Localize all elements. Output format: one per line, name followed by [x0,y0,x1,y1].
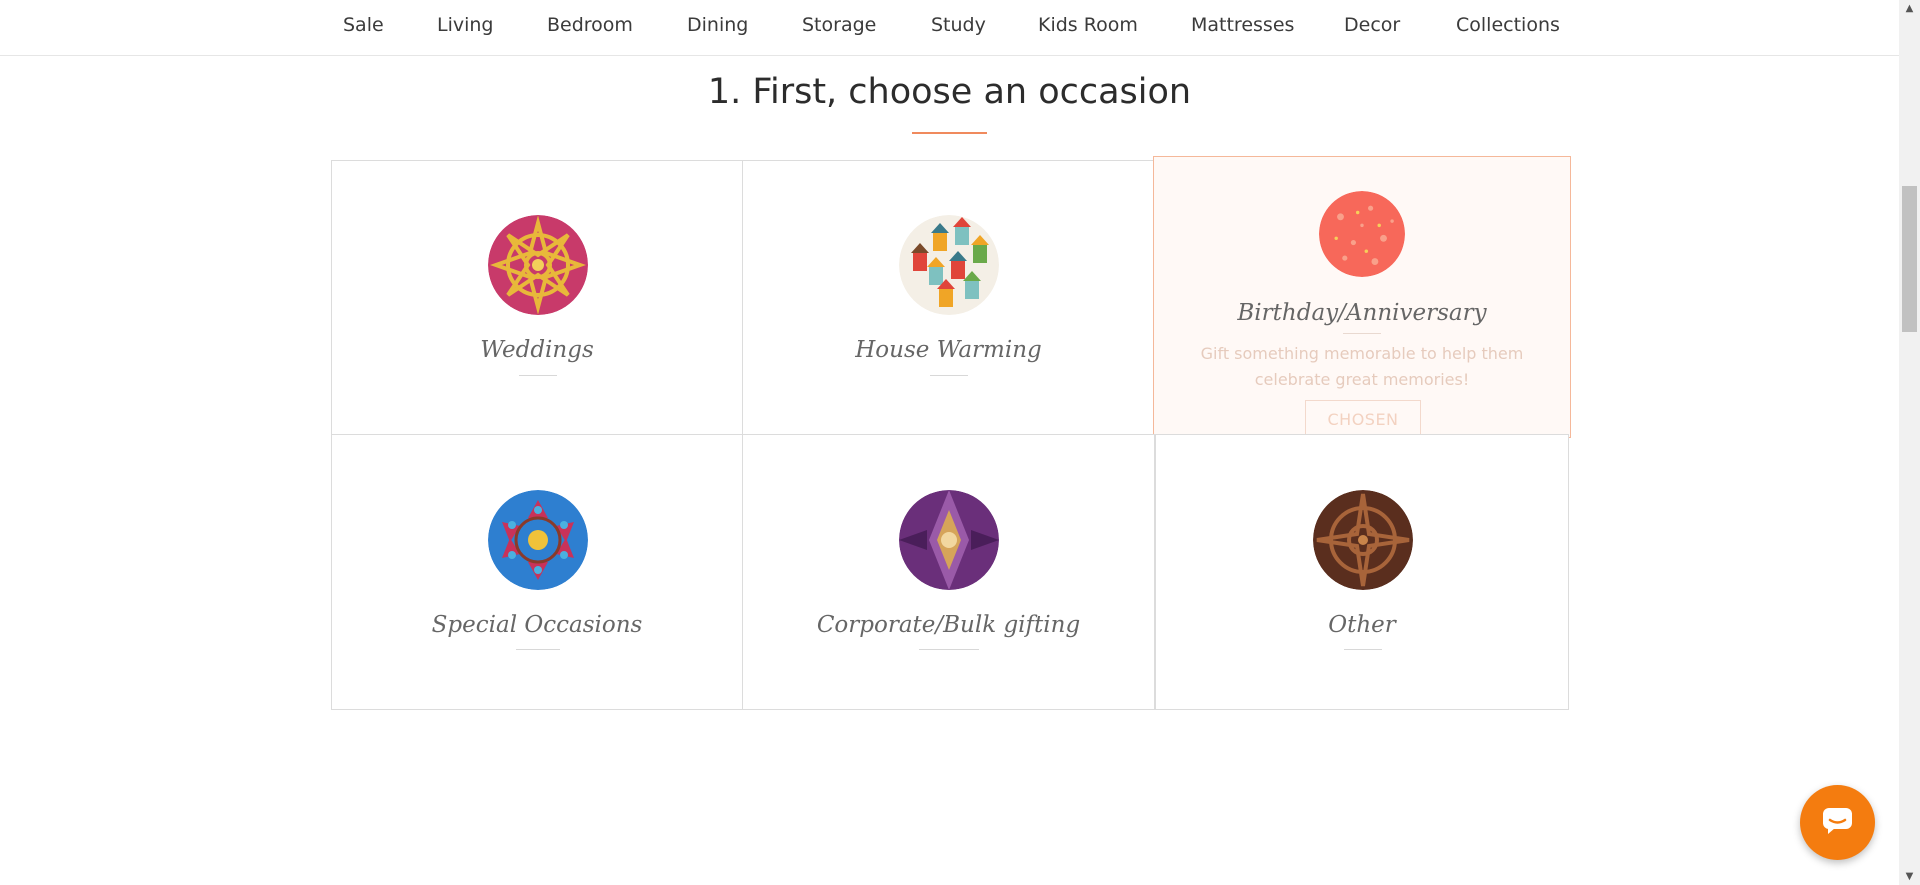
occasion-card-weddings[interactable]: Weddings [331,160,743,435]
occasion-label: Special Occasions [431,612,643,638]
chat-bubble-icon [1823,808,1852,834]
occasion-label: Weddings [480,337,594,363]
section-title: 1. First, choose an occasion [707,72,1192,112]
occasion-label: Birthday/Anniversary [1237,300,1487,326]
occasion-card-other[interactable]: Other [1155,434,1569,710]
chat-button[interactable] [1800,785,1875,860]
label-underline [1343,333,1381,334]
top-nav: Sale Living Bedroom Dining Storage Study… [0,0,1899,56]
kaleidoscope-brown-icon [1313,490,1413,590]
nav-item-mattresses[interactable]: Mattresses [1191,14,1294,36]
nav-item-study[interactable]: Study [931,14,986,36]
label-underline [516,649,560,650]
occasion-description: Gift something memorable to help them ce… [1200,344,1524,389]
occasion-label: House Warming [855,337,1042,363]
nav-item-living[interactable]: Living [437,14,494,36]
wedding-mandala-icon [488,215,588,315]
kaleidoscope-blue-icon [488,490,588,590]
kaleidoscope-purple-icon [899,490,999,590]
nav-item-sale[interactable]: Sale [343,14,384,36]
occasion-label: Corporate/Bulk gifting [816,612,1081,638]
nav-item-bedroom[interactable]: Bedroom [547,14,633,36]
nav-item-kids-room[interactable]: Kids Room [1038,14,1138,36]
occasion-label: Other [1328,612,1396,638]
nav-item-dining[interactable]: Dining [687,14,748,36]
occasion-card-birthday-anniversary[interactable]: Birthday/Anniversary Gift something memo… [1153,156,1571,440]
occasion-card-special-occasions[interactable]: Special Occasions [331,434,743,710]
nav-item-collections[interactable]: Collections [1456,14,1560,36]
nav-item-decor[interactable]: Decor [1344,14,1400,36]
scrollbar-thumb[interactable] [1902,186,1917,332]
scroll-up-arrow-icon[interactable]: ▲ [1899,0,1920,17]
nav-item-storage[interactable]: Storage [802,14,876,36]
occasion-card-house-warming[interactable]: House Warming [742,160,1155,435]
vertical-scrollbar[interactable]: ▲ ▼ [1899,0,1920,885]
occasion-card-corporate-bulk-gifting[interactable]: Corporate/Bulk gifting [742,434,1155,710]
label-underline [1344,649,1382,650]
scroll-down-arrow-icon[interactable]: ▼ [1899,868,1920,885]
label-underline [930,375,968,376]
title-divider [912,132,987,134]
birdhouses-icon [899,215,999,315]
label-underline [919,649,979,650]
label-underline [519,375,557,376]
coral-pattern-icon [1319,191,1405,277]
